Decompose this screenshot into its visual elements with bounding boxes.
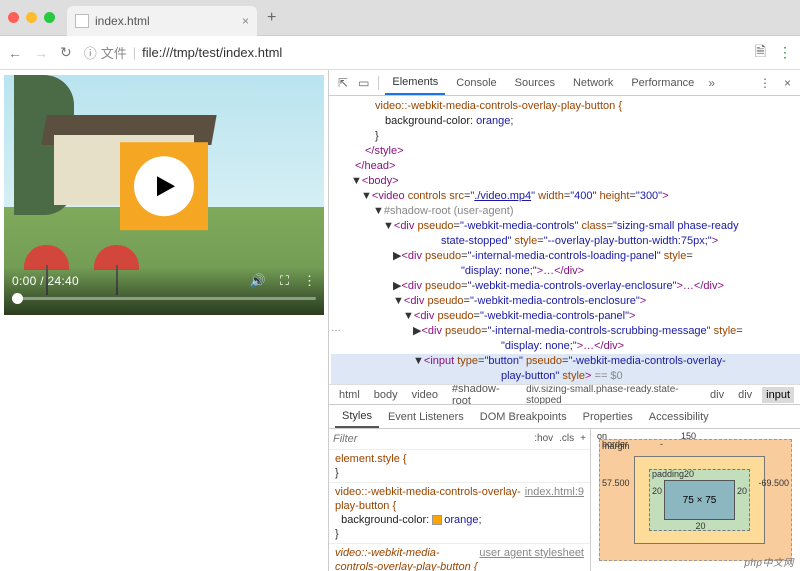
- hov-toggle[interactable]: :hov: [534, 432, 553, 446]
- bc-div2[interactable]: div: [706, 387, 728, 403]
- styles-tabbar: Styles Event Listeners DOM Breakpoints P…: [329, 405, 800, 429]
- devtools-close-icon[interactable]: ×: [781, 76, 794, 90]
- box-model[interactable]: on 150 margin -69.500 57.500 border - pa…: [590, 429, 800, 571]
- tab-properties[interactable]: Properties: [576, 407, 640, 427]
- divider: |: [133, 45, 136, 60]
- fullscreen-icon[interactable]: ⛶: [280, 273, 289, 289]
- browser-tab[interactable]: index.html ×: [67, 6, 257, 36]
- more-tabs-icon[interactable]: »: [705, 76, 718, 90]
- dom-selected-node: ▼<input type="button" pseudo="-webkit-me…: [331, 354, 800, 384]
- bc-input[interactable]: input: [762, 387, 794, 403]
- device-toolbar-icon[interactable]: ▭: [355, 76, 372, 90]
- play-icon: [157, 176, 175, 196]
- main-area: 0:00 / 24:40 🔊 ⛶ ⋮ ⇱ ▭ Elements Co: [0, 70, 800, 571]
- bc-html[interactable]: html: [335, 387, 364, 403]
- page-viewport: 0:00 / 24:40 🔊 ⛶ ⋮: [0, 70, 328, 571]
- address-bar: ← → ↻ ⓘ 文件 | file:///tmp/test/index.html…: [0, 36, 800, 70]
- bc-div1[interactable]: div.sizing-small.phase-ready.state-stopp…: [522, 384, 700, 405]
- back-button[interactable]: ←: [8, 45, 22, 61]
- maximize-window-icon[interactable]: [44, 12, 55, 23]
- devtools-tabbar: ⇱ ▭ Elements Console Sources Network Per…: [329, 70, 800, 96]
- tab-accessibility[interactable]: Accessibility: [642, 407, 716, 427]
- media-controls: 0:00 / 24:40 🔊 ⛶ ⋮: [4, 267, 324, 315]
- progress-thumb[interactable]: [12, 293, 23, 304]
- styles-body: :hov .cls + element.style { } index.html…: [329, 429, 800, 571]
- tab-dom-breakpoints[interactable]: DOM Breakpoints: [473, 407, 574, 427]
- reload-button[interactable]: ↻: [60, 44, 72, 61]
- bc-div3[interactable]: div: [734, 387, 756, 403]
- window-titlebar: index.html × +: [0, 0, 800, 36]
- tab-styles[interactable]: Styles: [335, 406, 379, 428]
- cls-toggle[interactable]: .cls: [559, 432, 574, 446]
- source-link[interactable]: index.html:9: [525, 485, 584, 499]
- minimize-window-icon[interactable]: [26, 12, 37, 23]
- styles-rules[interactable]: :hov .cls + element.style { } index.html…: [329, 429, 590, 571]
- elements-breadcrumb[interactable]: html body video #shadow-root div.sizing-…: [329, 384, 800, 405]
- browser-menu-icon[interactable]: ⋮: [778, 44, 792, 61]
- bc-video[interactable]: video: [408, 387, 442, 403]
- box-model-content: 75 × 75: [664, 480, 735, 520]
- dom-tree[interactable]: video::-webkit-media-controls-overlay-pl…: [329, 96, 800, 384]
- url-text: file:///tmp/test/index.html: [142, 45, 282, 60]
- tab-sources[interactable]: Sources: [508, 72, 562, 94]
- close-window-icon[interactable]: [8, 12, 19, 23]
- overlay-play-button[interactable]: [120, 142, 208, 230]
- tab-event-listeners[interactable]: Event Listeners: [381, 407, 471, 427]
- url-field[interactable]: ⓘ 文件 | file:///tmp/test/index.html: [84, 43, 743, 62]
- tab-elements[interactable]: Elements: [385, 71, 445, 95]
- volume-icon[interactable]: 🔊: [250, 273, 266, 289]
- devtools-panel: ⇱ ▭ Elements Console Sources Network Per…: [328, 70, 800, 571]
- ua-source-label: user agent stylesheet: [479, 546, 584, 560]
- tab-performance[interactable]: Performance: [624, 72, 701, 94]
- favicon-icon: [75, 14, 89, 28]
- site-info-icon[interactable]: ⓘ: [84, 43, 97, 62]
- inspect-icon[interactable]: ⇱: [335, 76, 351, 90]
- bc-body[interactable]: body: [370, 387, 402, 403]
- progress-scrubber[interactable]: [12, 297, 316, 300]
- tab-console[interactable]: Console: [449, 72, 503, 94]
- devtools-menu-icon[interactable]: ⋮: [756, 76, 774, 90]
- bc-shadow[interactable]: #shadow-root: [448, 384, 516, 405]
- time-display: 0:00 / 24:40: [12, 274, 79, 288]
- extension-icon[interactable]: 🗎: [755, 41, 766, 65]
- tab-title: index.html: [95, 14, 150, 28]
- media-menu-icon[interactable]: ⋮: [303, 273, 316, 289]
- traffic-lights: [8, 12, 55, 23]
- tab-network[interactable]: Network: [566, 72, 620, 94]
- forward-button[interactable]: →: [34, 45, 48, 61]
- tab-close-icon[interactable]: ×: [242, 14, 249, 28]
- video-element[interactable]: 0:00 / 24:40 🔊 ⛶ ⋮: [4, 75, 324, 315]
- styles-filter-input[interactable]: [333, 433, 528, 445]
- url-scheme-label: 文件: [101, 43, 127, 62]
- watermark: php中文网: [744, 554, 794, 569]
- color-swatch-icon[interactable]: [432, 515, 442, 525]
- new-tab-button[interactable]: +: [267, 9, 276, 27]
- elements-pane: video::-webkit-media-controls-overlay-pl…: [329, 96, 800, 571]
- add-rule-button[interactable]: +: [580, 432, 586, 446]
